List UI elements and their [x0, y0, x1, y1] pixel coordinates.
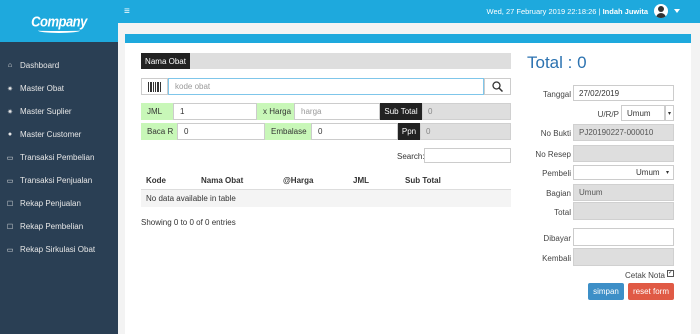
urp-dropdown-icon[interactable]: ▾ [665, 105, 674, 121]
nobukti-label: No Bukti [540, 129, 571, 138]
sidebar-item-dashboard[interactable]: ⌂ Dashboard [0, 54, 118, 77]
kode-obat-placeholder: kode obat [175, 82, 211, 91]
subtotal-value: 0 [422, 103, 511, 120]
sidebar: Company ⌂ Dashboard ✷ Master Obat ✷ Master … [0, 0, 118, 334]
jml-input[interactable]: 1 [173, 103, 257, 120]
user-name[interactable]: Indah Juwita [603, 7, 648, 16]
home-icon: ⌂ [7, 62, 13, 69]
xharga-label: x Harga [257, 103, 294, 120]
topbar-datetime-user: Wed, 27 February 2019 22:18:26 | Indah J… [487, 7, 649, 16]
reset-form-button[interactable]: reset form [628, 283, 674, 300]
tanggal-input[interactable]: 27/02/2019 [573, 85, 674, 101]
col-subtotal[interactable]: Sub Total [405, 172, 511, 189]
sidebar-item-label: Rekap Pembelian [20, 222, 84, 231]
sidebar-item-rekap-pembelian[interactable]: ☐ Rekap Pembelian [0, 215, 118, 238]
kode-obat-input[interactable]: kode obat [168, 78, 484, 95]
total-title: Total : 0 [527, 53, 587, 72]
caret-down-icon[interactable] [674, 9, 680, 13]
urp-select[interactable]: Umum [621, 105, 665, 121]
nama-obat-label: Nama Obat [141, 53, 190, 69]
items-table: Kode Nama Obat @Harga JML Sub Total No d… [141, 172, 511, 207]
col-jml[interactable]: JML [353, 172, 405, 189]
logo-swoosh [38, 28, 80, 33]
panel-accent-bar [125, 34, 691, 43]
current-datetime: Wed, 27 February 2019 22:18:26 [486, 7, 597, 16]
sidebar-item-label: Master Suplier [20, 107, 72, 116]
pembeli-label: Pembeli [542, 169, 571, 178]
sidebar-item-transaksi-pembelian[interactable]: ▭ Transaksi Pembelian [0, 146, 118, 169]
chevron-down-icon: ▾ [665, 170, 669, 176]
edit-icon: ☐ [6, 200, 14, 208]
edit-icon: ☐ [6, 223, 14, 231]
col-nama-obat[interactable]: Nama Obat [197, 172, 283, 189]
separator: | [598, 7, 601, 16]
jml-label: JML [141, 103, 173, 120]
gear-icon: ✷ [7, 85, 13, 93]
sidebar-item-master-obat[interactable]: ✷ Master Obat [0, 77, 118, 100]
sidebar-menu: ⌂ Dashboard ✷ Master Obat ✷ Master Suplier … [0, 54, 118, 261]
simpan-button[interactable]: simpan [588, 283, 624, 300]
topbar: ≡ Wed, 27 February 2019 22:18:26 | Indah… [118, 0, 700, 23]
sidebar-item-label: Master Obat [20, 84, 65, 93]
tanggal-label: Tanggal [542, 90, 571, 99]
kembali-value [573, 248, 674, 266]
ppn-label: Ppn [398, 123, 420, 140]
hamburger-menu-icon[interactable]: ≡ [124, 6, 130, 17]
kembali-label: Kembali [542, 254, 571, 263]
pembeli-select[interactable]: Umum ▾ [573, 165, 674, 180]
bacar-label: Baca R [141, 123, 177, 140]
ppn-value: 0 [420, 123, 511, 140]
user-avatar-icon[interactable] [654, 4, 668, 18]
sidebar-item-transaksi-penjualan[interactable]: ▭ Transaksi Penjualan [0, 169, 118, 192]
col-kode[interactable]: Kode [141, 172, 197, 189]
total-value [573, 202, 674, 220]
sidebar-item-master-customer[interactable]: ● Master Customer [0, 123, 118, 146]
urp-label: U/R/P [597, 110, 619, 119]
sidebar-item-label: Transaksi Penjualan [20, 176, 93, 185]
cetak-nota-checkbox[interactable]: ✓ [667, 270, 674, 277]
table-search-input[interactable] [424, 148, 511, 163]
sidebar-item-label: Transaksi Pembelian [20, 153, 95, 162]
bagian-value: Umum [573, 184, 674, 201]
barcode-icon [141, 78, 168, 95]
nobukti-value: PJ20190227-000010 [573, 124, 674, 141]
sidebar-item-label: Rekap Penjualan [20, 199, 81, 208]
harga-input[interactable]: harga [294, 103, 380, 120]
gear-icon: ✷ [7, 108, 13, 116]
sidebar-item-rekap-sirkulasi[interactable]: ▭ Rekap Sirkulasi Obat [0, 238, 118, 261]
bagian-label: Bagian [546, 189, 571, 198]
sidebar-item-label: Dashboard [20, 61, 60, 70]
main-panel: Nama Obat kode obat JML 1 x Harga harga … [125, 34, 691, 334]
dibayar-label: Dibayar [543, 234, 571, 243]
embalase-label: Embalase [265, 123, 311, 140]
cetak-nota-label: Cetak Nota [624, 271, 665, 280]
search-icon [492, 81, 503, 92]
card-icon: ▭ [6, 154, 14, 162]
dibayar-input[interactable] [573, 228, 674, 246]
bacar-input[interactable]: 0 [177, 123, 265, 140]
search-button[interactable] [484, 78, 511, 95]
card-icon: ▭ [6, 246, 14, 254]
card-icon: ▭ [6, 177, 14, 185]
pembeli-value: Umum [636, 168, 660, 177]
noresep-input[interactable] [573, 145, 674, 162]
total-label: Total [554, 208, 571, 217]
noresep-label: No Resep [535, 150, 571, 159]
search-label: Search: [397, 152, 425, 161]
sidebar-item-label: Rekap Sirkulasi Obat [20, 245, 96, 254]
table-info: Showing 0 to 0 of 0 entries [141, 218, 236, 227]
empty-row: No data available in table [146, 193, 236, 203]
sidebar-item-label: Master Customer [20, 130, 82, 139]
user-icon: ● [7, 131, 13, 138]
brand-logo[interactable]: Company [0, 0, 118, 42]
nama-obat-display [190, 53, 511, 69]
sidebar-item-rekap-penjualan[interactable]: ☐ Rekap Penjualan [0, 192, 118, 215]
col-harga[interactable]: @Harga [283, 172, 353, 189]
sidebar-item-master-suplier[interactable]: ✷ Master Suplier [0, 100, 118, 123]
harga-placeholder: harga [301, 107, 322, 116]
embalase-input[interactable]: 0 [311, 123, 398, 140]
subtotal-label: Sub Total [380, 103, 422, 120]
